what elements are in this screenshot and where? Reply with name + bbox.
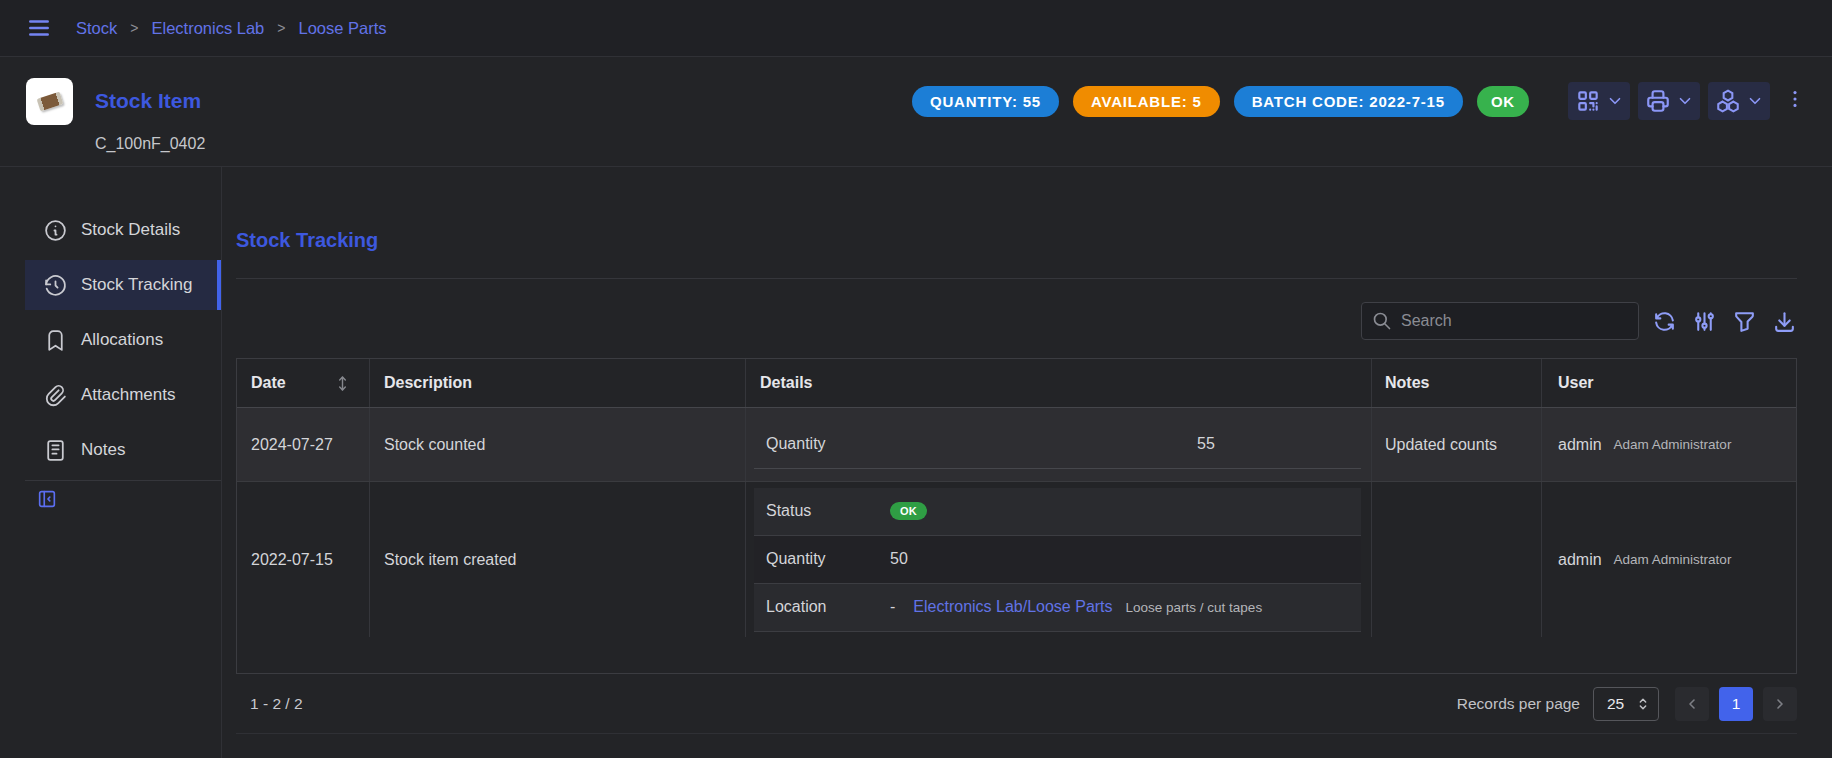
sidebar-item-stock-details[interactable]: Stock Details [25,205,221,255]
capacitor-image [36,92,63,112]
breadcrumb-electronics-lab[interactable]: Electronics Lab [151,19,264,38]
sidebar-item-label: Notes [81,440,125,460]
notes-icon [43,438,68,463]
paperclip-icon [43,383,68,408]
heading-divider [236,278,1797,279]
next-page-button[interactable] [1763,687,1797,721]
stock-operations-button[interactable] [1708,82,1770,120]
search-icon [1372,311,1392,331]
page-1-button[interactable]: 1 [1719,687,1753,721]
table-header-row: Date Description Details Notes User [237,359,1796,408]
chevron-down-icon [1676,92,1694,110]
detail-row-quantity: Quantity 55 [754,421,1361,469]
stock-item-thumbnail[interactable] [26,78,73,125]
sidebar-item-notes[interactable]: Notes [25,425,221,475]
column-header-user[interactable]: User [1541,359,1796,407]
previous-page-button[interactable] [1675,687,1709,721]
cell-details: Status OK Quantity 50 Location - Electro… [745,482,1371,637]
cell-description: Stock counted [369,408,745,481]
info-circle-icon [43,218,68,243]
chevron-down-icon [1746,92,1764,110]
table-row[interactable]: 2022-07-15 Stock item created Status OK … [237,482,1796,637]
quantity-badge: QUANTITY: 55 [912,86,1059,117]
available-badge: AVAILABLE: 5 [1073,86,1220,117]
refresh-icon[interactable] [1652,309,1677,334]
table-footer: 1 - 2 / 2 Records per page 25 1 [236,674,1797,734]
selector-icon [1635,696,1651,712]
detail-row-quantity: Quantity 50 [754,536,1361,584]
collapse-sidebar-button[interactable] [36,488,58,510]
barcode-actions-button[interactable] [1568,82,1630,120]
packages-icon [1715,88,1741,114]
printer-icon [1645,88,1671,114]
cell-details: Quantity 55 [745,408,1371,481]
location-link[interactable]: Electronics Lab/Loose Parts [913,598,1112,616]
detail-row-status: Status OK [754,488,1361,536]
breadcrumb-loose-parts[interactable]: Loose Parts [298,19,386,38]
cell-date: 2022-07-15 [237,482,369,637]
cell-notes [1371,482,1541,637]
stock-tracking-table: Date Description Details Notes User 2024… [236,358,1797,674]
column-header-description[interactable]: Description [369,359,745,407]
top-navigation-bar: Stock > Electronics Lab > Loose Parts [0,0,1832,57]
sidebar-item-attachments[interactable]: Attachments [25,370,221,420]
sidebar: Stock Details Stock Tracking Allocations… [0,167,222,758]
sidebar-item-label: Allocations [81,330,163,350]
column-header-notes[interactable]: Notes [1371,359,1541,407]
page-header: Stock Item C_100nF_0402 QUANTITY: 55 AVA… [0,57,1832,167]
batch-code-badge: BATCH CODE: 2022-7-15 [1234,86,1463,117]
sidebar-divider [25,480,221,481]
print-actions-button[interactable] [1638,82,1700,120]
header-actions [1568,82,1770,120]
breadcrumb-separator: > [277,20,285,36]
chevron-down-icon [1606,92,1624,110]
search-box [1361,302,1639,340]
record-range: 1 - 2 / 2 [250,695,303,713]
sidebar-item-label: Attachments [81,385,176,405]
filter-icon[interactable] [1732,309,1757,334]
search-input[interactable] [1401,312,1628,330]
cell-description: Stock item created [369,482,745,637]
breadcrumb: Stock > Electronics Lab > Loose Parts [76,19,387,38]
table-options-icon[interactable] [1692,309,1717,334]
status-ok-badge: OK [1477,86,1529,117]
part-name: C_100nF_0402 [95,135,205,153]
cell-user: admin Adam Administrator [1541,408,1796,481]
sidebar-item-label: Stock Tracking [81,275,193,295]
section-heading: Stock Tracking [236,227,1797,253]
table-toolbar [236,302,1797,340]
sidebar-item-stock-tracking[interactable]: Stock Tracking [25,260,221,310]
qrcode-icon [1575,88,1601,114]
cell-date: 2024-07-27 [237,408,369,481]
records-per-page-select[interactable]: 25 [1593,687,1659,721]
detail-row-location: Location - Electronics Lab/Loose Parts L… [754,584,1361,632]
column-header-details[interactable]: Details [745,359,1371,407]
menu-icon[interactable] [26,15,52,41]
ok-status-badge: OK [890,502,927,520]
page-title: Stock Item [95,89,205,113]
breadcrumb-stock[interactable]: Stock [76,19,117,38]
sort-icon[interactable] [334,375,351,392]
breadcrumb-separator: > [130,20,138,36]
table-row[interactable]: 2024-07-27 Stock counted Quantity 55 Upd… [237,408,1796,482]
cell-notes: Updated counts [1371,408,1541,481]
status-badges: QUANTITY: 55 AVAILABLE: 5 BATCH CODE: 20… [912,86,1529,117]
sidebar-item-label: Stock Details [81,220,180,240]
records-per-page-label: Records per page [1457,695,1580,713]
bookmark-icon [43,328,68,353]
column-header-date[interactable]: Date [237,359,369,407]
history-icon [43,273,68,298]
cell-user: admin Adam Administrator [1541,482,1796,637]
more-options-button[interactable] [1784,88,1806,110]
download-icon[interactable] [1772,309,1797,334]
sidebar-item-allocations[interactable]: Allocations [25,315,221,365]
